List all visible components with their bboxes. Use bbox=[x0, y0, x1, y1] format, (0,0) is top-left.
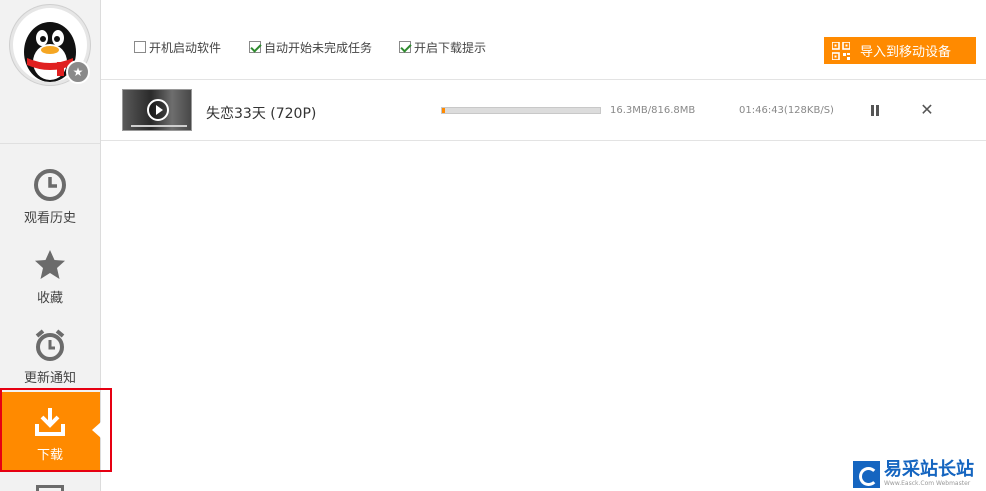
sidebar-item-more[interactable] bbox=[0, 478, 100, 491]
progress-bar bbox=[441, 107, 601, 114]
resume-tasks-option[interactable]: 自动开始未完成任务 bbox=[249, 39, 372, 55]
clock-icon bbox=[34, 169, 66, 201]
list-icon bbox=[36, 485, 64, 491]
import-to-device-button[interactable]: 导入到移动设备 bbox=[824, 37, 976, 64]
download-eta: 01:46:43(128KB/S) bbox=[739, 105, 834, 116]
download-title: 失恋33天 (720P) bbox=[206, 106, 317, 122]
sidebar: ★ 观看历史 收藏 更新通知 下载 bbox=[0, 0, 101, 491]
sidebar-item-download[interactable]: 下载 bbox=[0, 392, 100, 470]
star-badge-icon: ★ bbox=[66, 60, 90, 84]
autostart-label: 开机启动软件 bbox=[149, 40, 222, 55]
autostart-option[interactable]: 开机启动软件 bbox=[134, 39, 221, 55]
alarm-clock-icon bbox=[35, 329, 65, 361]
import-button-label: 导入到移动设备 bbox=[860, 45, 952, 60]
sidebar-item-favorites[interactable]: 收藏 bbox=[0, 235, 100, 313]
watermark-main: 易采站长站 bbox=[884, 459, 974, 480]
pause-icon[interactable] bbox=[868, 104, 882, 118]
sidebar-item-label: 收藏 bbox=[36, 291, 63, 306]
watermark: 易采站长站 Www.Easck.Com Webmaster bbox=[853, 457, 986, 491]
resume-tasks-checkbox[interactable] bbox=[249, 41, 261, 53]
watermark-logo-icon bbox=[853, 460, 880, 488]
sidebar-item-history[interactable]: 观看历史 bbox=[0, 155, 100, 233]
qr-code-icon bbox=[832, 41, 850, 60]
sidebar-item-label: 观看历史 bbox=[23, 211, 76, 226]
download-tip-option[interactable]: 开启下载提示 bbox=[399, 39, 486, 55]
download-icon bbox=[35, 408, 65, 436]
sidebar-divider bbox=[0, 143, 100, 144]
download-size: 16.3MB/816.8MB bbox=[610, 105, 696, 116]
progress-fill bbox=[442, 108, 446, 113]
download-row[interactable]: 失恋33天 (720P) 16.3MB/816.8MB 01:46:43(128… bbox=[101, 81, 986, 141]
star-icon bbox=[35, 250, 65, 279]
play-icon[interactable] bbox=[147, 99, 169, 121]
video-thumbnail[interactable] bbox=[122, 89, 192, 131]
active-indicator bbox=[92, 422, 101, 438]
download-tip-label: 开启下载提示 bbox=[414, 40, 487, 55]
sidebar-item-notifications[interactable]: 更新通知 bbox=[0, 315, 100, 393]
autostart-checkbox[interactable] bbox=[134, 41, 146, 53]
sidebar-item-label: 更新通知 bbox=[23, 371, 76, 386]
sidebar-item-label: 下载 bbox=[36, 448, 63, 463]
watermark-sub: Www.Easck.Com Webmaster bbox=[884, 480, 971, 487]
download-tip-checkbox[interactable] bbox=[399, 41, 411, 53]
options-bar: 开机启动软件 自动开始未完成任务 开启下载提示 导入到移动设备 bbox=[101, 0, 986, 80]
close-icon[interactable]: ✕ bbox=[919, 102, 935, 118]
resume-tasks-label: 自动开始未完成任务 bbox=[264, 40, 373, 55]
